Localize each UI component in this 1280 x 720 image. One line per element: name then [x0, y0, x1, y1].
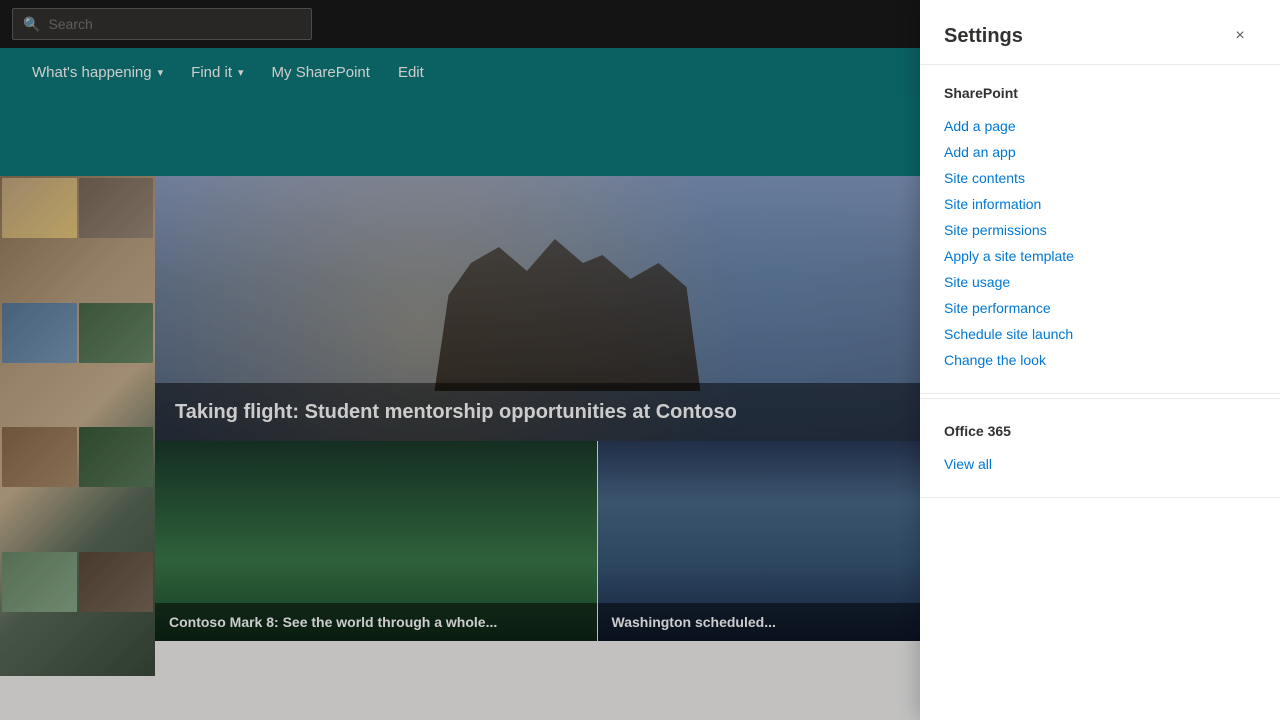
settings-link-site-usage[interactable]: Site usage	[944, 269, 1256, 295]
settings-link-schedule-launch[interactable]: Schedule site launch	[944, 321, 1256, 347]
settings-header: Settings ×	[920, 0, 1280, 65]
office365-section-title: Office 365	[944, 423, 1256, 439]
settings-link-site-contents[interactable]: Site contents	[944, 165, 1256, 191]
settings-overlay: Settings × SharePoint Add a page Add an …	[0, 0, 1280, 720]
settings-office365-section: Office 365 View all	[920, 403, 1280, 498]
settings-link-site-performance[interactable]: Site performance	[944, 295, 1256, 321]
settings-link-view-all[interactable]: View all	[944, 451, 1256, 477]
settings-title: Settings	[944, 25, 1023, 48]
settings-link-add-app[interactable]: Add an app	[944, 139, 1256, 165]
settings-link-change-look[interactable]: Change the look	[944, 347, 1256, 373]
settings-link-apply-template[interactable]: Apply a site template	[944, 243, 1256, 269]
close-icon: ×	[1235, 27, 1244, 45]
settings-link-add-page[interactable]: Add a page	[944, 113, 1256, 139]
settings-close-button[interactable]: ×	[1224, 20, 1256, 52]
settings-link-site-information[interactable]: Site information	[944, 191, 1256, 217]
settings-sharepoint-section: SharePoint Add a page Add an app Site co…	[920, 65, 1280, 394]
settings-panel: Settings × SharePoint Add a page Add an …	[920, 0, 1280, 720]
settings-divider	[920, 398, 1280, 399]
settings-link-site-permissions[interactable]: Site permissions	[944, 217, 1256, 243]
sharepoint-section-title: SharePoint	[944, 85, 1256, 101]
